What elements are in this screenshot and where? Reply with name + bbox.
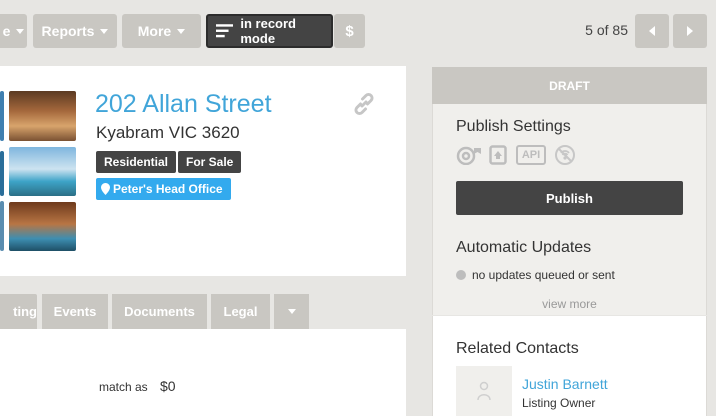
related-contacts-title: Related Contacts <box>456 340 579 357</box>
record-mode-button[interactable]: in record mode <box>206 14 333 48</box>
status-label: DRAFT <box>549 78 590 93</box>
details-card: match as $0 <box>0 329 406 416</box>
disabled-broadcast-icon[interactable] <box>554 144 576 166</box>
email-channel-icon[interactable] <box>456 145 482 165</box>
tab-marketing[interactable]: ting <box>0 294 37 329</box>
tag-residential: Residential <box>96 151 177 173</box>
chevron-left-icon <box>649 26 655 36</box>
publish-label: Publish <box>546 190 593 206</box>
tab-legal-label: Legal <box>223 304 258 319</box>
chevron-down-icon <box>177 28 186 34</box>
listing-photo[interactable] <box>9 147 76 196</box>
status-bar: DRAFT <box>432 67 707 104</box>
map-pin-icon <box>101 183 110 195</box>
listing-photo[interactable] <box>9 91 76 141</box>
tab-documents[interactable]: Documents <box>112 294 207 329</box>
reports-dropdown-button[interactable]: Reports <box>33 14 117 48</box>
auto-updates-status-text: no updates queued or sent <box>472 268 615 282</box>
chevron-right-icon <box>687 26 693 36</box>
tab-marketing-label: ting <box>13 304 37 319</box>
listing-photo[interactable] <box>0 151 4 196</box>
dollar-button[interactable]: $ <box>334 14 365 48</box>
chevron-down-icon <box>100 28 109 34</box>
dollar-icon: $ <box>345 22 354 40</box>
office-label: Peter's Head Office <box>113 182 223 196</box>
listing-suburb: Kyabram VIC 3620 <box>96 123 240 142</box>
list-icon <box>216 24 234 38</box>
chevron-down-icon <box>287 309 296 314</box>
record-mode-label: in record mode <box>240 16 296 46</box>
cut-dropdown-button[interactable]: e <box>0 14 27 48</box>
automatic-updates-title: Automatic Updates <box>456 239 592 256</box>
reports-label: Reports <box>41 23 95 39</box>
listing-photo[interactable] <box>9 202 76 251</box>
status-dot-icon <box>456 270 466 280</box>
contact-avatar[interactable] <box>456 366 512 416</box>
contact-name-link[interactable]: Justin Barnett <box>522 376 608 392</box>
contact-role: Listing Owner <box>522 396 596 410</box>
tab-documents-label: Documents <box>124 304 195 319</box>
auto-updates-status: no updates queued or sent <box>456 268 615 282</box>
listing-photo[interactable] <box>0 91 4 141</box>
pagination-counter: 5 of 85 <box>585 22 628 38</box>
chevron-down-icon <box>16 28 25 34</box>
publish-settings-title: Publish Settings <box>456 118 571 135</box>
tag-for-sale: For Sale <box>178 151 242 173</box>
listing-address: 202 Allan Street <box>95 90 272 118</box>
office-tag[interactable]: Peter's Head Office <box>96 178 231 200</box>
listing-photo[interactable] <box>0 201 4 251</box>
api-channel-icon[interactable]: API <box>516 145 546 165</box>
person-icon <box>477 381 491 401</box>
more-dropdown-button[interactable]: More <box>122 14 201 48</box>
cut-dropdown-label: e <box>2 23 11 39</box>
match-value: $0 <box>160 378 176 394</box>
tabs-overflow-button[interactable] <box>274 294 309 329</box>
tab-events-label: Events <box>53 304 97 319</box>
view-more-link[interactable]: view more <box>432 297 707 311</box>
website-channel-icon[interactable] <box>489 145 507 165</box>
previous-record-button[interactable] <box>635 14 669 48</box>
listing-header-card: 202 Allan Street Kyabram VIC 3620 Reside… <box>0 66 406 276</box>
tab-events[interactable]: Events <box>42 294 108 329</box>
next-record-button[interactable] <box>673 14 707 48</box>
link-icon[interactable] <box>351 91 377 117</box>
api-label: API <box>521 149 541 161</box>
publish-button[interactable]: Publish <box>456 181 683 215</box>
more-label: More <box>137 23 172 39</box>
match-label: match as <box>99 380 148 394</box>
tab-legal[interactable]: Legal <box>211 294 270 329</box>
